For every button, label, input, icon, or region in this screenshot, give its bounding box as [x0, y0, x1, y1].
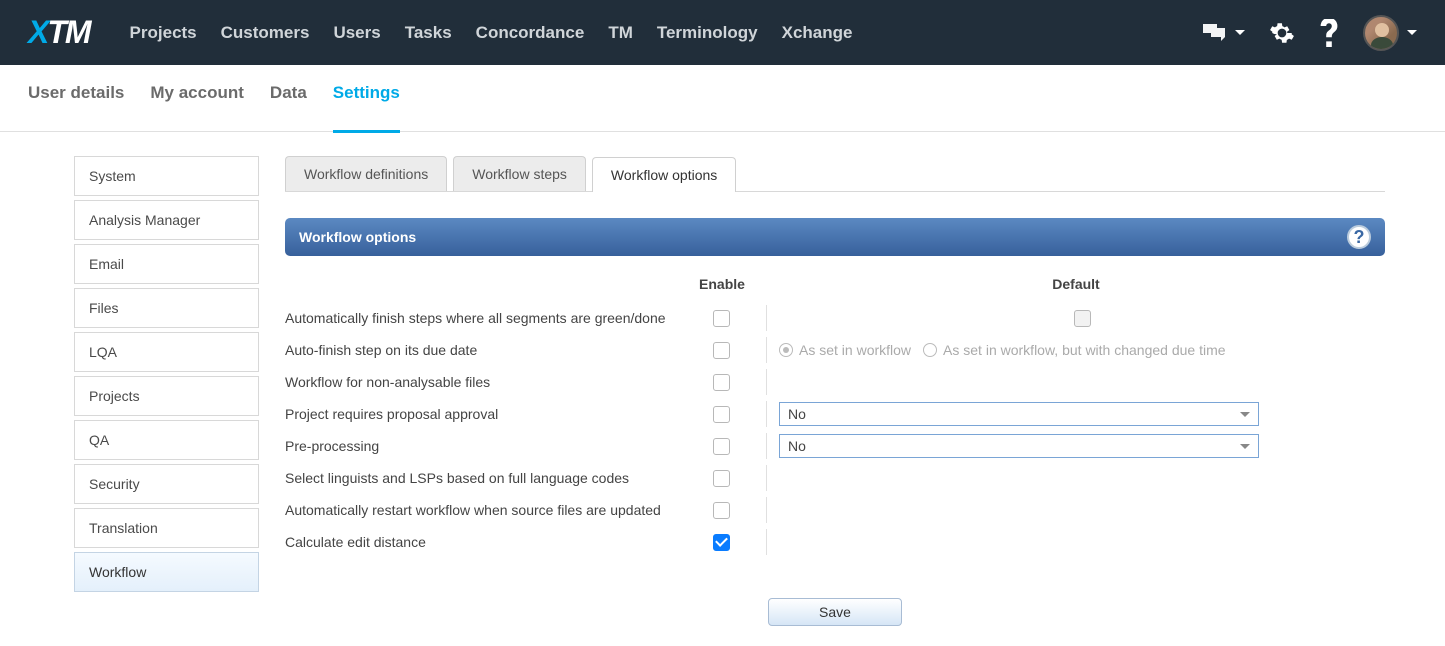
tab-workflow-options[interactable]: Workflow options [592, 157, 736, 192]
nav-tasks[interactable]: Tasks [405, 23, 452, 43]
chevron-down-icon [1240, 412, 1250, 417]
col-enable-header: Enable [677, 276, 767, 292]
checkbox-edit-distance[interactable] [713, 534, 730, 551]
sidebar-item-security[interactable]: Security [74, 464, 259, 504]
sidebar-item-qa[interactable]: QA [74, 420, 259, 460]
row-auto-finish-green: Automatically finish steps where all seg… [285, 302, 1385, 334]
nav-xchange[interactable]: Xchange [782, 23, 853, 43]
nav-terminology[interactable]: Terminology [657, 23, 758, 43]
radio-icon [779, 343, 793, 357]
checkbox-auto-finish-green[interactable] [713, 310, 730, 327]
checkbox-auto-restart[interactable] [713, 502, 730, 519]
user-menu[interactable] [1363, 15, 1417, 51]
checkbox-proposal-approval[interactable] [713, 406, 730, 423]
col-default-header: Default [767, 276, 1385, 292]
row-calculate-edit-distance: Calculate edit distance [285, 526, 1385, 558]
nav-users[interactable]: Users [333, 23, 380, 43]
chevron-down-icon [1235, 30, 1245, 35]
radio-text: As set in workflow, but with changed due… [943, 342, 1225, 358]
sidebar-item-analysis-manager[interactable]: Analysis Manager [74, 200, 259, 240]
row-label: Automatically restart workflow when sour… [285, 502, 677, 518]
radio-text: As set in workflow [799, 342, 911, 358]
sidebar-item-files[interactable]: Files [74, 288, 259, 328]
checkbox-non-analysable[interactable] [713, 374, 730, 391]
options-grid: Enable Default Automatically finish step… [285, 270, 1385, 558]
topbar-right [1201, 15, 1417, 51]
row-label: Pre-processing [285, 438, 677, 454]
select-value: No [788, 438, 806, 454]
tab-workflow-definitions[interactable]: Workflow definitions [285, 156, 447, 191]
row-label: Calculate edit distance [285, 534, 677, 550]
chevron-down-icon [1407, 30, 1417, 35]
settings-sidebar: System Analysis Manager Email Files LQA … [74, 156, 259, 646]
subnav-settings[interactable]: Settings [333, 83, 400, 133]
nav-projects[interactable]: Projects [130, 23, 197, 43]
top-nav-links: Projects Customers Users Tasks Concordan… [130, 23, 1201, 43]
radio-changed-due-time[interactable]: As set in workflow, but with changed due… [923, 342, 1225, 358]
sidebar-item-workflow[interactable]: Workflow [74, 552, 259, 592]
gear-icon[interactable] [1269, 20, 1295, 46]
sidebar-item-lqa[interactable]: LQA [74, 332, 259, 372]
row-auto-finish-due-date: Auto-finish step on its due date As set … [285, 334, 1385, 366]
tab-workflow-steps[interactable]: Workflow steps [453, 156, 586, 191]
row-label: Auto-finish step on its due date [285, 342, 677, 358]
help-icon[interactable] [1319, 19, 1339, 47]
top-navbar: XTM Projects Customers Users Tasks Conco… [0, 0, 1445, 65]
sidebar-item-projects[interactable]: Projects [74, 376, 259, 416]
radio-as-set-in-workflow[interactable]: As set in workflow [779, 342, 911, 358]
sidebar-item-email[interactable]: Email [74, 244, 259, 284]
panel-header: Workflow options ? [285, 218, 1385, 256]
row-pre-processing: Pre-processing No [285, 430, 1385, 462]
select-pre-processing[interactable]: No [779, 434, 1259, 458]
subnav-user-details[interactable]: User details [28, 83, 124, 117]
chat-icon[interactable] [1201, 22, 1245, 44]
row-label: Automatically finish steps where all seg… [285, 310, 677, 326]
logo[interactable]: XTM [28, 14, 90, 51]
chevron-down-icon [1240, 444, 1250, 449]
col-label-spacer [285, 276, 677, 292]
row-label: Project requires proposal approval [285, 406, 677, 422]
workflow-tabs: Workflow definitions Workflow steps Work… [285, 156, 1385, 192]
nav-tm[interactable]: TM [608, 23, 633, 43]
main-area: System Analysis Manager Email Files LQA … [0, 132, 1445, 646]
row-label: Workflow for non-analysable files [285, 374, 677, 390]
panel-title: Workflow options [299, 229, 416, 245]
row-auto-restart-workflow: Automatically restart workflow when sour… [285, 494, 1385, 526]
subnav-my-account[interactable]: My account [150, 83, 244, 117]
checkbox-pre-processing[interactable] [713, 438, 730, 455]
checkbox-auto-finish-due[interactable] [713, 342, 730, 359]
subnav-data[interactable]: Data [270, 83, 307, 117]
content-pane: Workflow definitions Workflow steps Work… [285, 156, 1445, 646]
nav-concordance[interactable]: Concordance [476, 23, 585, 43]
grid-header: Enable Default [285, 270, 1385, 302]
checkbox-linguists-codes[interactable] [713, 470, 730, 487]
avatar[interactable] [1363, 15, 1399, 51]
nav-customers[interactable]: Customers [221, 23, 310, 43]
sidebar-item-system[interactable]: System [74, 156, 259, 196]
sidebar-item-translation[interactable]: Translation [74, 508, 259, 548]
radio-icon [923, 343, 937, 357]
row-proposal-approval: Project requires proposal approval No [285, 398, 1385, 430]
save-button[interactable]: Save [768, 598, 902, 626]
panel-help-icon[interactable]: ? [1347, 225, 1371, 249]
row-select-linguists-codes: Select linguists and LSPs based on full … [285, 462, 1385, 494]
select-value: No [788, 406, 806, 422]
row-non-analysable: Workflow for non-analysable files [285, 366, 1385, 398]
sub-nav: User details My account Data Settings [0, 65, 1445, 132]
row-label: Select linguists and LSPs based on full … [285, 470, 677, 486]
select-proposal-approval[interactable]: No [779, 402, 1259, 426]
checkbox-default-auto-finish-green [1074, 310, 1091, 327]
